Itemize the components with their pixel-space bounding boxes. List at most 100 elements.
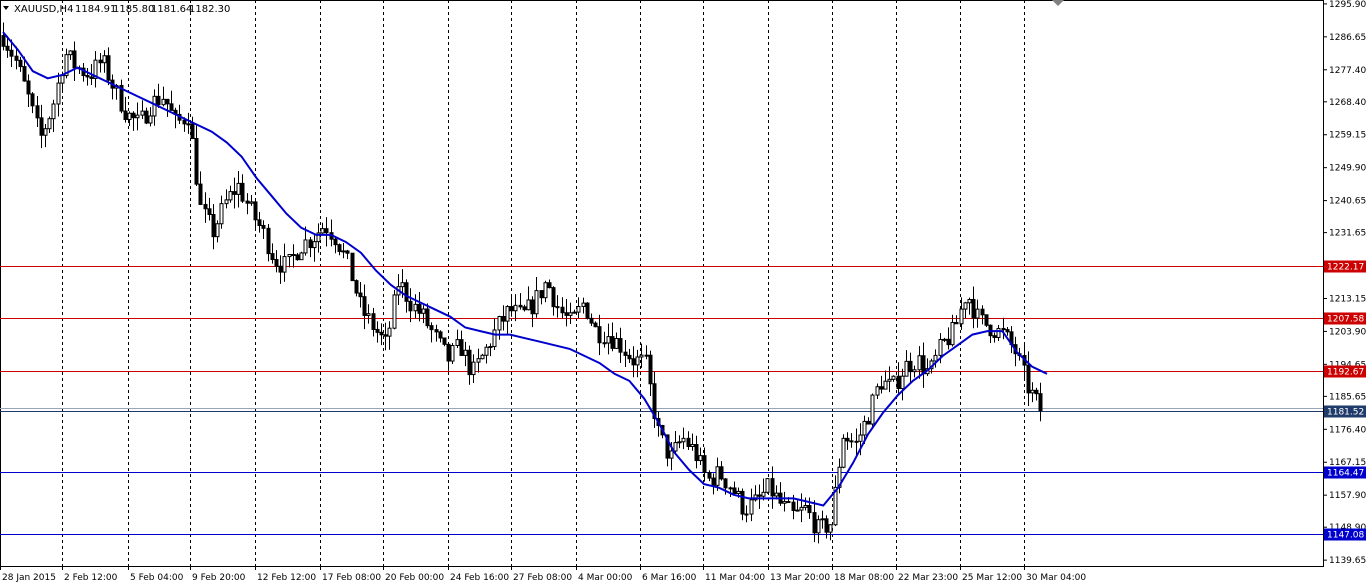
candle-bear — [509, 306, 514, 312]
candle-bull — [959, 308, 964, 325]
candle-bear — [106, 55, 111, 81]
candle-bear — [501, 316, 506, 322]
candle-bear — [984, 314, 989, 326]
candle-bear — [408, 300, 413, 312]
candle-bear — [908, 360, 913, 373]
candle-bear — [358, 292, 363, 298]
candle-bear — [14, 55, 19, 61]
candle-bull — [102, 55, 107, 64]
candle-bear — [9, 49, 14, 57]
candle-bull — [690, 444, 695, 447]
candle-bear — [26, 80, 31, 95]
time-axis: 28 Jan 2015 2 Feb 12:00 5 Feb 04:00 9 Feb 2… — [0, 566, 1086, 583]
candle-bull — [669, 450, 674, 459]
candle-bear — [992, 335, 997, 338]
x-tick-label: 12 Feb 12:00 — [257, 573, 316, 583]
candle-bear — [266, 227, 271, 255]
price-chart[interactable]: 1295.90 1286.65 1277.40 1268.40 1259.15 1249.… — [0, 0, 1366, 583]
x-tick-label: 11 Mar 04:00 — [705, 573, 765, 583]
candle-bear — [257, 219, 262, 226]
candle-bear — [362, 296, 367, 316]
candle-bull — [320, 228, 325, 234]
candle-bear — [539, 290, 544, 299]
candle-bull — [526, 299, 531, 311]
y-tick-label: 1249.90 — [1329, 164, 1366, 174]
candle-bull — [828, 524, 833, 533]
candle-bear — [165, 98, 170, 105]
candle-bull — [795, 509, 800, 512]
candle-bull — [639, 354, 644, 358]
y-tick-label: 1295.90 — [1329, 0, 1366, 10]
candle-bear — [971, 298, 976, 319]
candle-bear — [18, 59, 23, 68]
candle-bull — [904, 360, 909, 377]
candle-bear — [648, 354, 653, 385]
candle-bear — [404, 282, 409, 302]
candle-bull — [215, 223, 220, 238]
candle-bear — [156, 95, 161, 106]
candle-bear — [744, 513, 749, 516]
candle-bull — [51, 103, 56, 120]
candle-bear — [333, 238, 338, 246]
candle-bear — [644, 354, 649, 357]
candle-bear — [518, 304, 523, 308]
candle-bear — [1026, 364, 1031, 394]
chart-canvas[interactable]: 1295.90 1286.65 1277.40 1268.40 1259.15 1249.… — [0, 0, 1366, 583]
candle-bull — [228, 191, 233, 201]
candle-bull — [47, 118, 52, 130]
candle-bear — [89, 76, 94, 79]
dropdown-triangle-icon[interactable] — [3, 6, 9, 10]
symbol-label: XAUUSD,H4 — [14, 4, 73, 15]
candle-bull — [161, 98, 166, 106]
candle-bull — [799, 506, 804, 511]
y-tick-label: 1259.15 — [1329, 131, 1366, 141]
candle-bear — [39, 117, 44, 136]
candle-bear — [308, 239, 313, 249]
chart-shift-marker-icon[interactable] — [1052, 0, 1064, 6]
y-tick-label: 1277.40 — [1329, 66, 1366, 76]
candle-bull — [900, 375, 905, 390]
candle-bear — [30, 93, 35, 107]
candle-bear — [1005, 329, 1010, 333]
candle-bear — [207, 208, 212, 216]
y-tick-label: 1176.40 — [1329, 425, 1366, 435]
candle-bear — [946, 338, 951, 346]
candle-bear — [732, 487, 737, 494]
candle-bull — [471, 361, 476, 376]
candle-bull — [505, 306, 510, 322]
candle-bear — [337, 244, 342, 252]
candle-bear — [425, 308, 430, 327]
candle-bull — [224, 199, 229, 205]
candle-bull — [816, 519, 821, 534]
candle-bear — [824, 518, 829, 533]
level-tag-label: 1147.08 — [1327, 531, 1364, 541]
x-tick-label: 25 Mar 12:00 — [962, 573, 1022, 583]
candle-bear — [203, 203, 208, 210]
candle-bear — [589, 317, 594, 324]
candle-bear — [740, 490, 745, 515]
candle-bull — [715, 466, 720, 486]
x-tick-label: 18 Mar 08:00 — [834, 573, 894, 583]
price-axis: 1295.90 1286.65 1277.40 1268.40 1259.15 1249.… — [1323, 0, 1366, 566]
candle-bull — [891, 375, 896, 380]
candle-bull — [534, 290, 539, 315]
candle-bear — [211, 214, 216, 238]
candle-bull — [488, 346, 493, 349]
candle-bull — [366, 313, 371, 316]
candle-bull — [820, 518, 825, 521]
y-tick-label: 1213.15 — [1329, 294, 1366, 304]
candle-bull — [1030, 389, 1035, 394]
candle-bull — [606, 336, 611, 344]
candle-bull — [803, 505, 808, 508]
candle-bull — [236, 182, 241, 195]
candle-bull — [576, 305, 581, 313]
candle-bull — [127, 112, 132, 120]
candle-bear — [253, 201, 258, 221]
candle-bear — [324, 228, 329, 234]
candle-bull — [56, 82, 61, 105]
candle-bull — [950, 321, 955, 346]
candle-bull — [568, 312, 573, 316]
low-value: 1181.64 — [151, 4, 192, 15]
candle-bear — [1, 35, 6, 47]
x-tick-label: 22 Mar 23:00 — [898, 573, 958, 583]
